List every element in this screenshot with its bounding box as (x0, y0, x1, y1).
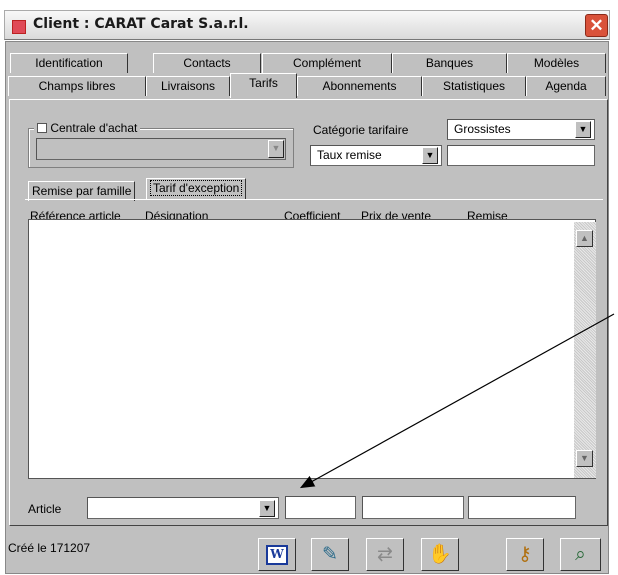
word-icon: W (266, 544, 288, 565)
categorie-select[interactable]: Grossistes (447, 119, 595, 140)
transfer-button[interactable]: ⇄ (366, 538, 404, 571)
transfer-icon: ⇄ (377, 544, 393, 565)
app-icon (12, 20, 26, 34)
article-coefficient-input[interactable] (285, 496, 356, 519)
list-col-prix (361, 220, 469, 478)
article-select[interactable] (87, 497, 279, 519)
close-button[interactable]: ✕ (585, 14, 608, 37)
subtab-tarif-exception[interactable]: Tarif d'exception (146, 178, 247, 200)
tab-contacts[interactable]: Contacts (153, 53, 261, 73)
tab-statistiques[interactable]: Statistiques (422, 76, 526, 96)
created-status: Créé le 171207 (8, 541, 91, 555)
article-label: Article (28, 502, 62, 516)
word-button[interactable]: W (258, 538, 296, 571)
edit-icon: ✎ (322, 544, 338, 565)
taux-value: Taux remise (317, 148, 382, 162)
tarif-exception-list[interactable] (28, 219, 596, 479)
categorie-dropdown-arrow[interactable]: ▼ (575, 121, 591, 138)
taux-dropdown-arrow[interactable]: ▼ (422, 147, 438, 164)
centrale-checkbox[interactable] (37, 123, 47, 133)
edit-button[interactable]: ✎ (311, 538, 349, 571)
tab-champs-libres[interactable]: Champs libres (8, 76, 146, 96)
list-col-designation (146, 220, 284, 478)
article-dropdown-arrow[interactable]: ▼ (259, 500, 275, 517)
centrale-select[interactable] (36, 138, 286, 160)
tab-modeles[interactable]: Modèles (507, 53, 606, 73)
tab-livraisons[interactable]: Livraisons (146, 76, 230, 96)
centrale-header: Centrale d'achat (34, 121, 141, 135)
tab-abonnements[interactable]: Abonnements (297, 76, 422, 96)
article-prix-input[interactable] (362, 496, 464, 519)
list-col-ref (29, 220, 146, 478)
handshake-icon: ✋ (428, 544, 452, 565)
scroll-up-button[interactable]: ▲ (576, 230, 593, 247)
user-key-icon: ⚷ (518, 544, 532, 565)
list-col-remise (469, 220, 575, 478)
user-key-button[interactable]: ⚷ (506, 538, 544, 571)
subtab-tarif-exception-label: Tarif d'exception (150, 180, 243, 196)
centrale-dropdown-arrow[interactable]: ▼ (268, 140, 284, 158)
tab-tarifs[interactable]: Tarifs (230, 73, 297, 98)
title-bar[interactable]: Client : CARAT Carat S.a.r.l. ✕ (4, 10, 610, 40)
scroll-down-button[interactable]: ▼ (576, 450, 593, 467)
client-window: Client : CARAT Carat S.a.r.l. ✕ Identifi… (0, 0, 618, 575)
window-title: Client : CARAT Carat S.a.r.l. (33, 16, 249, 32)
subtab-remise-famille[interactable]: Remise par famille (28, 181, 136, 201)
categorie-label: Catégorie tarifaire (313, 123, 409, 137)
tab-agenda[interactable]: Agenda (526, 76, 606, 96)
tab-banques[interactable]: Banques (392, 53, 507, 73)
handshake-button[interactable]: ✋ (421, 538, 459, 571)
centrale-label: Centrale d'achat (50, 121, 138, 135)
search-user-button[interactable]: ⌕ (560, 538, 601, 571)
tab-identification[interactable]: Identification (10, 53, 128, 73)
tab-complement[interactable]: Complément (262, 53, 392, 73)
categorie-value: Grossistes (454, 122, 511, 136)
list-scrollbar[interactable]: ▲ ▼ (574, 222, 596, 478)
subtab-divider (25, 199, 603, 200)
taux-input[interactable] (447, 145, 595, 166)
article-remise-input[interactable] (468, 496, 576, 519)
list-col-coefficient (284, 220, 361, 478)
search-user-icon: ⌕ (575, 544, 586, 565)
